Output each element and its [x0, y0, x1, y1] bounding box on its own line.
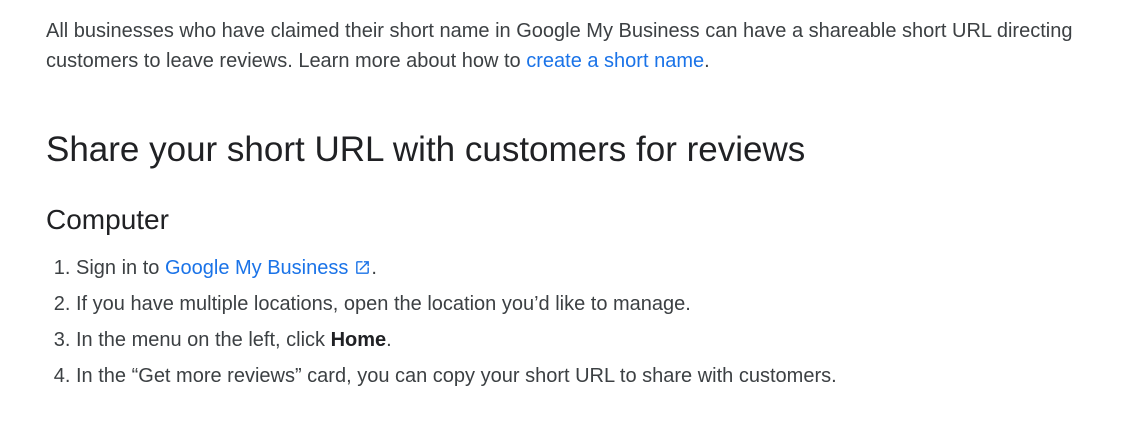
google-my-business-link-label: Google My Business: [164, 257, 349, 279]
step-text: .: [371, 257, 377, 279]
list-item: In the menu on the left, click Home.: [76, 322, 1086, 358]
platform-title: Computer: [46, 204, 169, 235]
step-text: In the “Get more reviews” card, you can …: [76, 365, 837, 387]
step-text: .: [386, 329, 392, 351]
list-item: Sign in to Google My Business.: [76, 250, 1086, 286]
intro-paragraph: All businesses who have claimed their sh…: [46, 16, 1086, 76]
external-link-icon: [356, 261, 370, 274]
step-text: Sign in to: [76, 257, 165, 279]
list-item: In the “Get more reviews” card, you can …: [76, 358, 1086, 394]
article-content: All businesses who have claimed their sh…: [46, 0, 1086, 394]
steps-list: Sign in to Google My Business. If you ha…: [46, 250, 1086, 394]
create-short-name-link[interactable]: create a short name: [526, 50, 704, 72]
step-text: In the menu on the left, click: [76, 329, 331, 351]
list-item: If you have multiple locations, open the…: [76, 286, 1086, 322]
step-text: If you have multiple locations, open the…: [76, 293, 691, 315]
section-title: Share your short URL with customers for …: [46, 130, 806, 169]
intro-end: .: [704, 50, 710, 72]
google-my-business-link[interactable]: Google My Business: [165, 257, 371, 279]
home-menu-label: Home: [330, 329, 387, 351]
